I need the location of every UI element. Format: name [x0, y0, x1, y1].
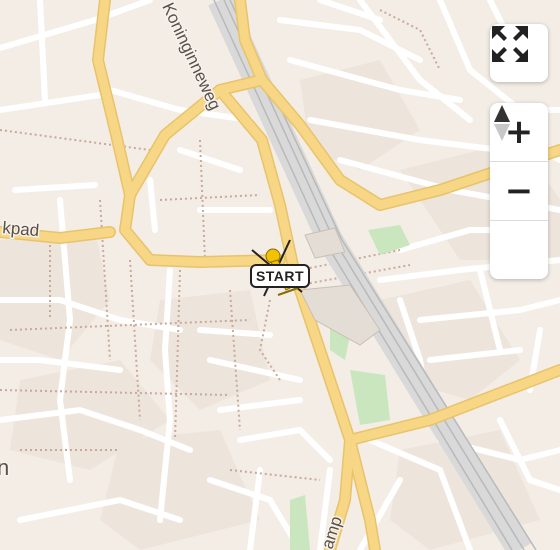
- compass-icon: [494, 105, 510, 141]
- street-label-kpad: kpad: [2, 218, 40, 240]
- fullscreen-control: [490, 24, 548, 82]
- zoom-out-button[interactable]: −: [490, 161, 548, 220]
- start-marker-label[interactable]: START: [250, 264, 310, 288]
- fullscreen-button[interactable]: [490, 24, 548, 82]
- fullscreen-icon: [492, 26, 528, 62]
- street-label-edge: n: [0, 455, 9, 480]
- navigation-control: + −: [490, 103, 548, 279]
- minus-icon: −: [504, 171, 534, 211]
- compass-button[interactable]: [490, 105, 548, 279]
- map-canvas[interactable]: Koninginneweg kpad amp n START + −: [0, 0, 560, 550]
